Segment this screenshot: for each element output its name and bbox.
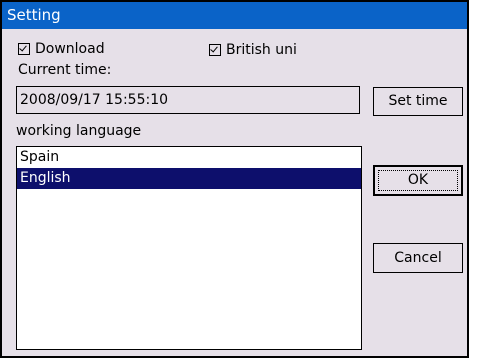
checkmark-icon — [210, 44, 218, 53]
download-label: Download — [35, 41, 105, 57]
british-uni-label: British uni — [226, 42, 297, 58]
british-uni-checkbox-box[interactable] — [209, 44, 221, 56]
focus-ring — [378, 170, 458, 191]
set-time-button[interactable]: Set time — [373, 87, 463, 116]
setting-dialog: Setting Download British uni Current tim… — [0, 0, 469, 358]
cancel-button-label: Cancel — [394, 250, 442, 266]
download-checkbox-box[interactable] — [18, 43, 30, 55]
language-item-spain[interactable]: Spain — [17, 147, 361, 168]
language-item-english[interactable]: English — [17, 168, 361, 189]
cancel-button[interactable]: Cancel — [373, 243, 463, 273]
ok-button[interactable]: OK — [373, 165, 463, 196]
british-uni-checkbox[interactable]: British uni — [209, 42, 297, 58]
language-list[interactable]: Spain English — [16, 146, 362, 350]
working-language-label: working language — [16, 123, 142, 139]
current-time-field[interactable]: 2008/09/17 15:55:10 — [16, 86, 360, 114]
download-checkbox[interactable]: Download — [18, 41, 105, 57]
title-bar: Setting — [2, 2, 467, 29]
checkmark-icon — [19, 43, 27, 52]
set-time-button-label: Set time — [388, 93, 448, 109]
current-time-label: Current time: — [18, 62, 112, 78]
